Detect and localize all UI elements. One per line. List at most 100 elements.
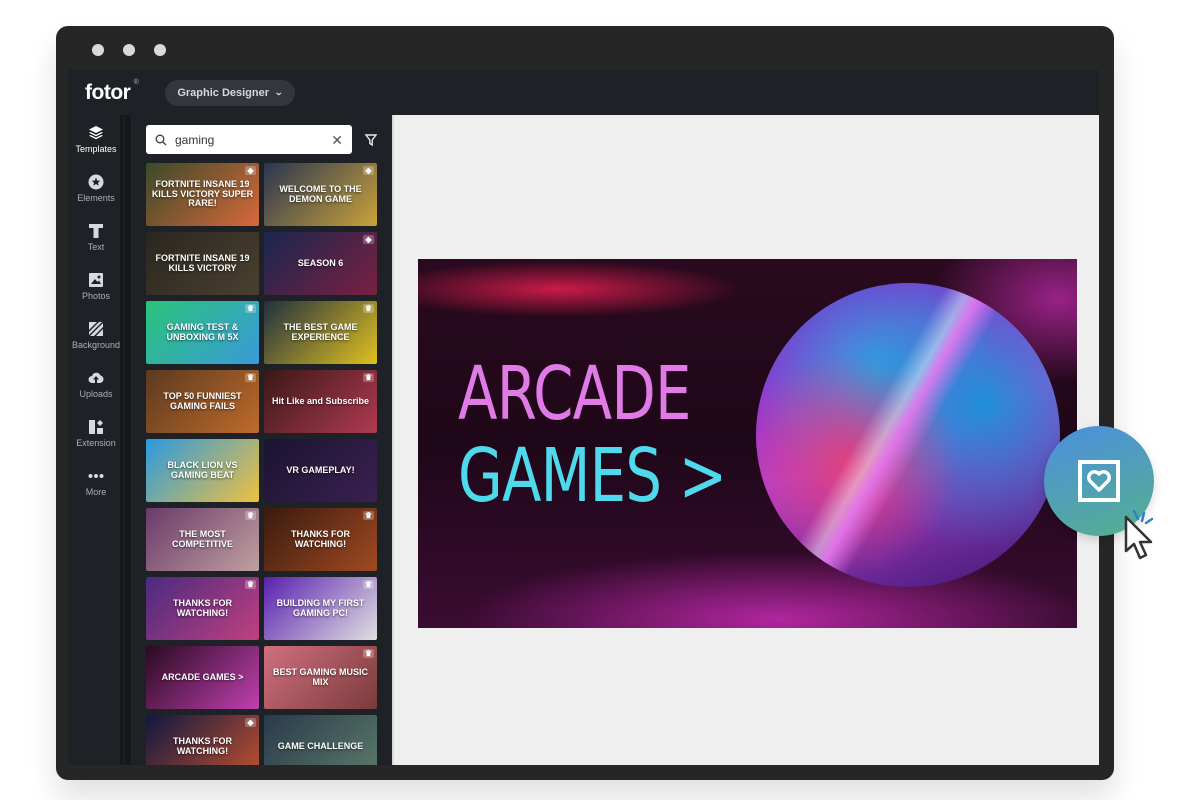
crown-icon: ♛ bbox=[363, 649, 374, 658]
template-thumbnail[interactable]: THE BEST GAME EXPERIENCE ♛ bbox=[264, 301, 377, 364]
template-title: BLACK LION VS GAMING BEAT bbox=[167, 459, 238, 480]
fotor-app: fotor ® Graphic Designer ⌄ Templates Elem… bbox=[68, 70, 1099, 765]
sidebar-item-label: Templates bbox=[75, 144, 117, 154]
close-icon[interactable]: ✕ bbox=[331, 133, 343, 147]
template-title: GAMING TEST & UNBOXING M 5X bbox=[166, 321, 239, 342]
sidebar-item-templates[interactable]: Templates bbox=[68, 115, 124, 164]
template-thumbnail[interactable]: BEST GAMING MUSIC MIX ♛ bbox=[264, 646, 377, 709]
template-title: FORTNITE INSANE 19 KILLS VICTORY SUPER R… bbox=[151, 178, 254, 209]
registered-mark: ® bbox=[133, 78, 139, 86]
design-title-line2-text: GAMES bbox=[458, 433, 662, 519]
window-controls bbox=[92, 44, 166, 56]
sidebar-item-label: Text bbox=[87, 242, 105, 252]
text-icon bbox=[88, 223, 104, 239]
mode-dropdown[interactable]: Graphic Designer ⌄ bbox=[165, 79, 295, 106]
sidebar-item-extension[interactable]: Extension bbox=[68, 409, 124, 458]
mode-label: Graphic Designer bbox=[177, 86, 270, 99]
sidebar-item-label: Background bbox=[71, 340, 121, 350]
template-title: WELCOME TO THE DEMON GAME bbox=[279, 183, 362, 204]
logo-text: fotor bbox=[85, 80, 131, 104]
filter-icon[interactable] bbox=[364, 133, 378, 147]
search-input[interactable] bbox=[175, 132, 332, 147]
window-close-button[interactable] bbox=[92, 44, 104, 56]
sidebar-item-label: More bbox=[85, 487, 107, 497]
photo-icon bbox=[88, 272, 104, 288]
template-thumbnail[interactable]: THE MOST COMPETITIVE ♛ bbox=[146, 508, 259, 571]
more-dots-icon bbox=[88, 468, 104, 484]
template-title: FORTNITE INSANE 19 KILLS VICTORY bbox=[155, 252, 250, 273]
crown-icon: ♛ bbox=[245, 511, 256, 520]
design-title-line2[interactable]: GAMES > bbox=[458, 439, 727, 513]
template-thumbnail[interactable]: Hit Like and Subscribe ♛ bbox=[264, 370, 377, 433]
favorite-image-icon bbox=[1078, 460, 1120, 502]
crown-icon: ♛ bbox=[245, 304, 256, 313]
template-title: Hit Like and Subscribe bbox=[271, 395, 370, 406]
diamond-icon: ◆ bbox=[363, 166, 374, 175]
sidebar-item-label: Extension bbox=[76, 438, 116, 448]
diamond-icon: ◆ bbox=[245, 166, 256, 175]
template-thumbnail[interactable]: SEASON 6 ◆ bbox=[264, 232, 377, 295]
template-thumbnail[interactable]: GAMING TEST & UNBOXING M 5X ♛ bbox=[146, 301, 259, 364]
template-title: GAME CHALLENGE bbox=[277, 740, 364, 751]
sidebar-item-photos[interactable]: Photos bbox=[68, 262, 124, 311]
chevron-down-icon: ⌄ bbox=[273, 87, 284, 97]
window-minimize-button[interactable] bbox=[123, 44, 135, 56]
template-title: THANKS FOR WATCHING! bbox=[173, 597, 232, 618]
template-thumbnail[interactable]: THANKS FOR WATCHING! ♛ bbox=[146, 577, 259, 640]
design-circle-photo[interactable] bbox=[756, 283, 1060, 587]
sidebar-item-background[interactable]: Background bbox=[68, 311, 124, 360]
template-title: THE MOST COMPETITIVE bbox=[171, 528, 233, 549]
star-circle-icon bbox=[88, 174, 104, 190]
template-title: BEST GAMING MUSIC MIX bbox=[272, 666, 368, 687]
crown-icon: ♛ bbox=[363, 580, 374, 589]
template-thumbnail[interactable]: GAME CHALLENGE bbox=[264, 715, 377, 765]
window-maximize-button[interactable] bbox=[154, 44, 166, 56]
template-title: VR GAMEPLAY! bbox=[286, 464, 355, 475]
diamond-icon: ◆ bbox=[363, 235, 374, 244]
template-thumbnail[interactable]: FORTNITE INSANE 19 KILLS VICTORY SUPER R… bbox=[146, 163, 259, 226]
sidebar-item-label: Elements bbox=[77, 193, 115, 203]
canvas-area[interactable]: ARCADE GAMES > bbox=[392, 115, 1099, 765]
template-thumbnail[interactable]: VR GAMEPLAY! bbox=[264, 439, 377, 502]
search-box[interactable]: ✕ bbox=[146, 125, 352, 154]
fotor-logo[interactable]: fotor ® bbox=[85, 79, 139, 105]
template-thumbnail[interactable]: ARCADE GAMES > bbox=[146, 646, 259, 709]
template-title: THANKS FOR WATCHING! bbox=[173, 735, 232, 756]
crown-icon: ♛ bbox=[245, 373, 256, 382]
sidebar-item-label: Uploads bbox=[79, 389, 113, 399]
sidebar-item-uploads[interactable]: Uploads bbox=[68, 360, 124, 409]
stripes-icon bbox=[88, 321, 104, 337]
template-thumbnail[interactable]: BLACK LION VS GAMING BEAT bbox=[146, 439, 259, 502]
template-thumbnail[interactable]: BUILDING MY FIRST GAMING PC! ♛ bbox=[264, 577, 377, 640]
template-title: SEASON 6 bbox=[297, 257, 344, 268]
crown-icon: ♛ bbox=[363, 304, 374, 313]
template-title: ARCADE GAMES > bbox=[161, 671, 244, 682]
cloud-upload-icon bbox=[88, 370, 104, 386]
template-thumbnail[interactable]: THANKS FOR WATCHING! ♛ bbox=[264, 508, 377, 571]
design-title-line1[interactable]: ARCADE bbox=[458, 357, 692, 431]
template-title: BUILDING MY FIRST GAMING PC! bbox=[276, 597, 365, 618]
template-title: THANKS FOR WATCHING! bbox=[291, 528, 350, 549]
template-title: TOP 50 FUNNIEST GAMING FAILS bbox=[163, 390, 242, 411]
crown-icon: ♛ bbox=[363, 511, 374, 520]
sidebar-scrollbar[interactable] bbox=[125, 115, 131, 765]
template-thumbnail[interactable]: TOP 50 FUNNIEST GAMING FAILS ♛ bbox=[146, 370, 259, 433]
sidebar-item-elements[interactable]: Elements bbox=[68, 164, 124, 213]
templates-panel: ✕ FORTNITE INSANE 19 KILLS VICTORY SUPER… bbox=[132, 115, 389, 765]
sidebar-item-text[interactable]: Text bbox=[68, 213, 124, 262]
sidebar-item-more[interactable]: More bbox=[68, 458, 124, 507]
sidebar: Templates Elements Text Photos Backgroun… bbox=[68, 115, 124, 765]
arrow-right-icon: > bbox=[678, 433, 727, 519]
template-thumbnail[interactable]: THANKS FOR WATCHING! ◆ bbox=[146, 715, 259, 765]
top-bar: fotor ® Graphic Designer ⌄ bbox=[68, 70, 1099, 115]
crown-icon: ♛ bbox=[245, 580, 256, 589]
template-thumbnail[interactable]: WELCOME TO THE DEMON GAME ◆ bbox=[264, 163, 377, 226]
diamond-icon: ◆ bbox=[245, 718, 256, 727]
design-canvas[interactable]: ARCADE GAMES > bbox=[418, 259, 1077, 628]
search-row: ✕ bbox=[146, 125, 378, 154]
template-thumbnail[interactable]: FORTNITE INSANE 19 KILLS VICTORY bbox=[146, 232, 259, 295]
layers-icon bbox=[88, 125, 104, 141]
template-grid: FORTNITE INSANE 19 KILLS VICTORY SUPER R… bbox=[146, 163, 380, 765]
pointer-cursor-icon bbox=[1124, 509, 1154, 560]
sidebar-item-label: Photos bbox=[81, 291, 111, 301]
